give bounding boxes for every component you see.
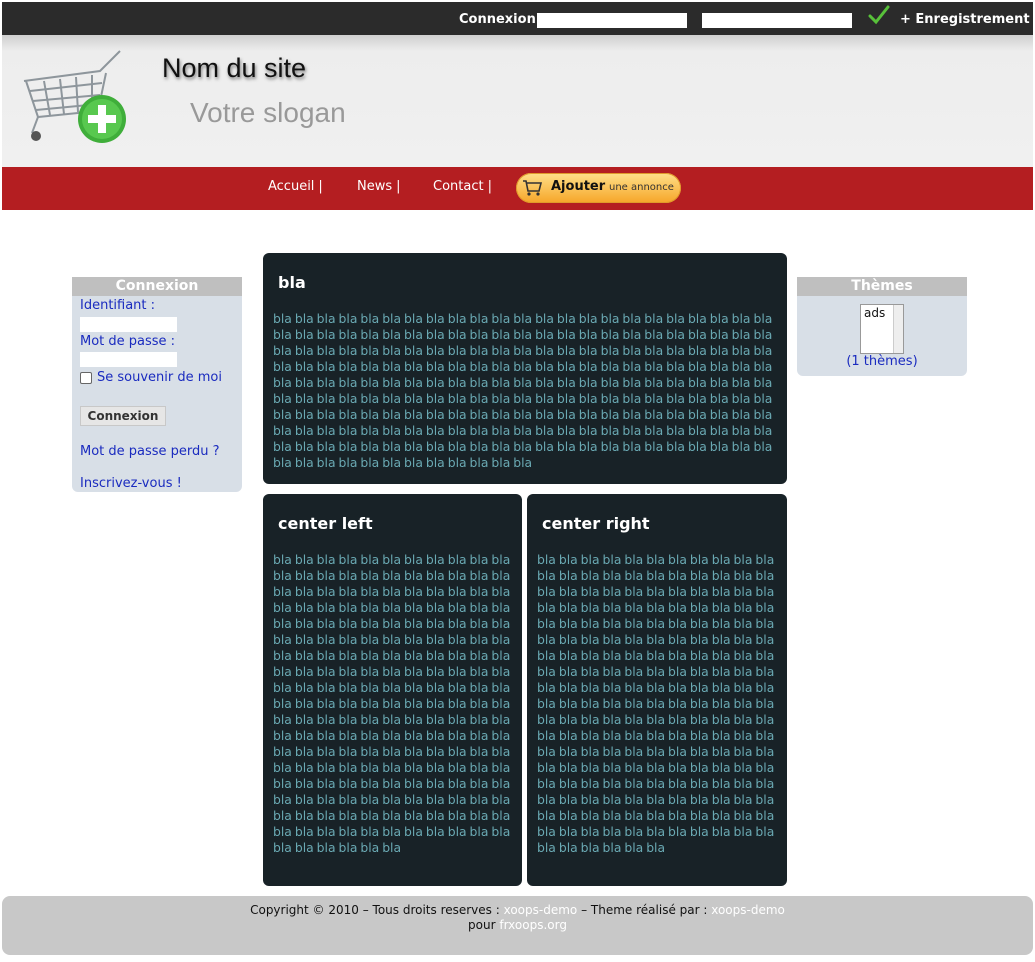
content-block-center-right: center right bla bla bla bla bla bla bla… [527, 494, 787, 886]
footer-link-xoops-demo-2[interactable]: xoops-demo [711, 903, 785, 917]
menu-item-accueil[interactable]: Accueil | [268, 179, 323, 194]
footer-link-frxoops[interactable]: frxoops.org [499, 918, 567, 932]
topbar-login-label: Connexion [459, 12, 536, 27]
remember-me-label: Se souvenir de moi [97, 370, 222, 385]
password-label: Mot de passe : [80, 334, 176, 349]
menu-separator: | [487, 179, 492, 194]
check-icon[interactable] [868, 4, 890, 26]
content-block-center-left: center left bla bla bla bla bla bla bla … [263, 494, 522, 886]
site-footer: Copyright © 2010 – Tous droits reserves … [2, 896, 1033, 955]
username-label: Identifiant : [80, 298, 156, 313]
register-now-link[interactable]: Inscrivez-vous ! [80, 476, 182, 491]
login-submit-button[interactable]: Connexion [80, 406, 166, 426]
block-body: bla bla bla bla bla bla bla bla bla bla … [273, 311, 773, 470]
menu-separator: | [318, 179, 323, 194]
add-listing-main-label: Ajouter [551, 179, 606, 194]
theme-select-scrollbar[interactable] [893, 305, 903, 353]
theme-select[interactable]: ads [860, 304, 904, 354]
main-menu: Accueil | News | Contact | Ajouter une anno… [2, 167, 1033, 210]
menu-item-label: Accueil [268, 179, 315, 194]
site-header: Nom du site Votre slogan [2, 35, 1033, 167]
login-box: Connexion Identifiant : Mot de passe : S… [72, 277, 242, 492]
themes-box-title: Thèmes [797, 277, 967, 296]
site-name[interactable]: Nom du site [162, 53, 306, 84]
add-listing-sub-label: une annonce [609, 182, 674, 193]
password-input[interactable] [80, 352, 177, 367]
lost-password-link[interactable]: Mot de passe perdu ? [80, 444, 220, 459]
site-slogan: Votre slogan [190, 97, 346, 128]
block-title: center left [278, 514, 373, 533]
footer-line-2: pour frxoops.org [2, 918, 1033, 932]
footer-link-xoops-demo-1[interactable]: xoops-demo [504, 903, 578, 917]
login-box-title: Connexion [72, 277, 242, 296]
footer-copyright: Copyright © 2010 – Tous droits reserves … [250, 903, 500, 917]
menu-item-label: Contact [433, 179, 484, 194]
shopping-cart-logo-icon [23, 50, 126, 143]
topbar-password-input[interactable] [702, 13, 852, 28]
menu-item-news[interactable]: News | [357, 179, 401, 194]
register-link[interactable]: + Enregistrement [900, 12, 1030, 27]
menu-item-contact[interactable]: Contact | [433, 179, 492, 194]
remember-me-row[interactable]: Se souvenir de moi [80, 370, 222, 385]
cart-icon [523, 180, 543, 196]
footer-theme-by: – Theme réalisé par : [581, 903, 708, 917]
top-bar: Connexion + Enregistrement [2, 2, 1033, 35]
remember-me-checkbox[interactable] [80, 371, 92, 384]
block-title: bla [278, 273, 306, 292]
themes-box: Thèmes ads (1 thèmes) [797, 277, 967, 376]
block-title: center right [542, 514, 650, 533]
add-listing-button[interactable]: Ajouter une annonce [516, 173, 681, 203]
themes-count-link[interactable]: (1 thèmes) [797, 354, 967, 369]
menu-separator: | [396, 179, 401, 194]
block-body: bla bla bla bla bla bla bla bla bla bla … [273, 552, 511, 855]
menu-item-label: News [357, 179, 393, 194]
username-input[interactable] [80, 317, 177, 332]
topbar-username-input[interactable] [537, 13, 687, 28]
footer-pour: pour [468, 918, 496, 932]
block-body: bla bla bla bla bla bla bla bla bla bla … [537, 552, 775, 855]
footer-line-1: Copyright © 2010 – Tous droits reserves … [2, 903, 1033, 917]
content-block-top: bla bla bla bla bla bla bla bla bla bla … [263, 253, 787, 484]
